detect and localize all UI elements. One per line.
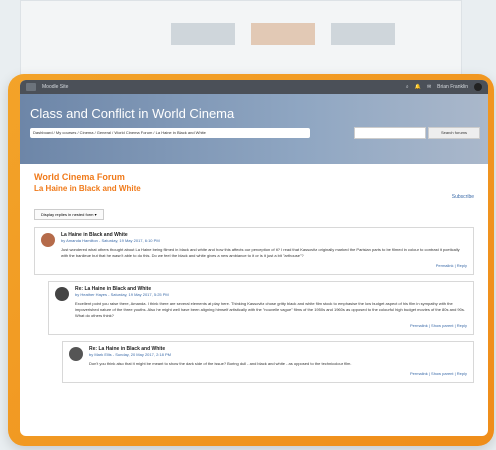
forum-post: Re: La Haine in Black and White by Mark … — [62, 341, 474, 383]
background-thumbnail — [331, 23, 395, 45]
forum-title: World Cinema Forum — [34, 172, 125, 182]
display-mode-value: Display replies in nested form — [41, 212, 94, 217]
post-links[interactable]: Permalink | Reply — [61, 263, 467, 268]
notification-icon[interactable]: 🔔 — [415, 84, 421, 90]
post-body: Just wondered what others thought about … — [61, 247, 460, 258]
avatar — [69, 347, 83, 361]
subscribe-link[interactable]: Subscribe — [452, 194, 474, 200]
post-byline[interactable]: by Amanda Hamilton - Saturday, 19 May 20… — [61, 238, 467, 243]
page-title: Class and Conflict in World Cinema — [30, 106, 235, 121]
forum-post: La Haine in Black and White by Amanda Ha… — [34, 227, 474, 275]
display-mode-select[interactable]: Display replies in nested form ▾ — [34, 209, 104, 220]
menu-toggle-icon[interactable] — [26, 83, 36, 91]
background-thumbnail — [171, 23, 235, 45]
user-name[interactable]: Brian Franklin — [437, 84, 468, 90]
avatar — [41, 233, 55, 247]
course-header: Class and Conflict in World Cinema Dashb… — [20, 94, 488, 164]
avatar — [55, 287, 69, 301]
browser-screen: Moodle Site ⌕ 🔔 ✉ Brian Franklin Class a… — [20, 80, 488, 436]
post-links[interactable]: Permalink | Show parent | Reply — [89, 371, 467, 376]
top-navbar: Moodle Site ⌕ 🔔 ✉ Brian Franklin — [20, 80, 488, 94]
main-content: World Cinema Forum La Haine in Black and… — [20, 164, 488, 391]
site-name[interactable]: Moodle Site — [42, 84, 68, 90]
post-links[interactable]: Permalink | Show parent | Reply — [75, 323, 467, 328]
avatar[interactable] — [474, 83, 482, 91]
forum-post: Re: La Haine in Black and White by Heath… — [48, 281, 474, 335]
post-byline[interactable]: by Mark Ellis - Sunday, 20 May 2017, 2:1… — [89, 352, 467, 357]
breadcrumb[interactable]: Dashboard / My courses / Cinema / Genera… — [30, 128, 310, 138]
background-thumbnail — [251, 23, 315, 45]
search-icon[interactable]: ⌕ — [406, 84, 409, 90]
discussion-title: La Haine in Black and White — [34, 184, 141, 193]
search-forums-button[interactable]: Search forums — [428, 127, 480, 139]
post-byline[interactable]: by Heather Hayes - Saturday, 19 May 2017… — [75, 292, 467, 297]
message-icon[interactable]: ✉ — [427, 84, 431, 90]
post-body: Excellent point you raise there, Amanda.… — [75, 301, 465, 318]
search-input[interactable] — [354, 127, 426, 139]
post-body: Don't you think also that it might be me… — [89, 361, 352, 366]
